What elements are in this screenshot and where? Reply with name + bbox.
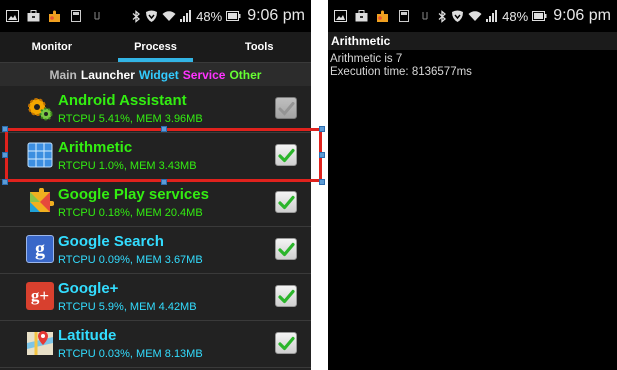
wifi-icon [468, 10, 482, 22]
process-stats: RTCPU 5.9%, MEM 4.42MB [58, 301, 197, 313]
process-row[interactable]: g+ Google+ RTCPU 5.9%, MEM 4.42MB [0, 274, 311, 321]
resize-handle [2, 152, 8, 158]
status-time: 9:06 pm [553, 7, 611, 24]
shield-icon [145, 10, 158, 23]
result-line: Arithmetic is 7 [330, 53, 403, 65]
signal-icon [486, 10, 498, 22]
briefcase-icon [355, 10, 368, 23]
filter-other[interactable]: Other [229, 68, 261, 82]
tab-monitor[interactable]: Monitor [0, 32, 104, 62]
clip-icon [418, 10, 431, 23]
process-row[interactable]: g Google Search RTCPU 0.09%, MEM 3.67MB [0, 227, 311, 274]
bluetooth-icon [438, 9, 447, 23]
puzzle-icon [48, 10, 61, 23]
clip-icon [90, 10, 103, 23]
process-checkbox[interactable] [275, 144, 297, 166]
process-stats: RTCPU 1.0%, MEM 3.43MB [58, 160, 197, 172]
puzzle-icon [26, 188, 54, 216]
status-time: 9:06 pm [247, 7, 305, 24]
filter-main[interactable]: Main [50, 68, 77, 82]
gear-icon [26, 94, 54, 122]
app-title-bar: Arithmetic [328, 32, 617, 50]
process-name: Google+ [58, 280, 119, 297]
wifi-icon [162, 10, 176, 22]
resize-handle [2, 179, 8, 185]
process-name: Android Assistant [58, 92, 187, 109]
resize-handle [319, 152, 325, 158]
process-stats: RTCPU 0.18%, MEM 20.4MB [58, 207, 203, 219]
process-row[interactable]: Arithmetic RTCPU 1.0%, MEM 3.43MB [0, 133, 311, 180]
arithmetic-result-screen: 48% 9:06 pm Arithmetic Arithmetic is 7 E… [328, 0, 617, 370]
process-manager-screen: 48% 9:06 pm Monitor Process Tools Main L… [0, 0, 311, 370]
process-checkbox[interactable] [275, 238, 297, 260]
filter-service[interactable]: Service [183, 68, 226, 82]
process-checkbox[interactable] [275, 97, 297, 119]
puzzle-icon [376, 10, 389, 23]
tab-tools[interactable]: Tools [207, 32, 311, 62]
battery-icon [226, 11, 241, 21]
process-row[interactable]: Android Assistant RTCPU 5.41%, MEM 3.96M… [0, 86, 311, 133]
briefcase-icon [27, 10, 40, 23]
tab-process[interactable]: Process [104, 32, 208, 62]
process-stats: RTCPU 0.09%, MEM 3.67MB [58, 254, 203, 266]
result-output: Arithmetic is 7 Execution time: 8136577m… [330, 53, 472, 79]
status-bar: 48% 9:06 pm [0, 0, 311, 32]
battery-percent: 48% [196, 8, 223, 24]
app-title: Arithmetic [331, 34, 391, 48]
process-row[interactable]: Google Play services RTCPU 0.18%, MEM 20… [0, 180, 311, 227]
google-plus-icon: g+ [26, 282, 54, 310]
process-checkbox[interactable] [275, 191, 297, 213]
resize-handle [319, 179, 325, 185]
battery-percent: 48% [502, 8, 529, 24]
bluetooth-icon [132, 9, 141, 23]
process-name: Latitude [58, 327, 117, 344]
signal-icon [180, 10, 192, 22]
resize-handle [2, 126, 8, 132]
process-stats: RTCPU 0.03%, MEM 8.13MB [58, 348, 203, 360]
process-name: Google Search [58, 233, 164, 250]
card-icon [397, 10, 410, 23]
process-filter-bar: Main Launcher Widget Service Other [0, 62, 311, 86]
image-icon [334, 10, 347, 23]
resize-handle [319, 126, 325, 132]
battery-icon [532, 11, 547, 21]
tab-bar: Monitor Process Tools [0, 32, 311, 62]
execution-time-line: Execution time: 8136577ms [330, 66, 472, 78]
process-list: Android Assistant RTCPU 5.41%, MEM 3.96M… [0, 86, 311, 370]
calculator-icon [26, 141, 54, 169]
process-row[interactable]: Latitude RTCPU 0.03%, MEM 8.13MB [0, 321, 311, 368]
resize-handle [161, 126, 167, 132]
map-pin-icon [26, 329, 54, 357]
status-bar: 48% 9:06 pm [328, 0, 617, 32]
filter-launcher[interactable]: Launcher [81, 68, 135, 82]
filter-widget[interactable]: Widget [139, 68, 179, 82]
card-icon [69, 10, 82, 23]
resize-handle [161, 179, 167, 185]
process-checkbox[interactable] [275, 332, 297, 354]
google-search-icon: g [26, 235, 54, 263]
shield-icon [451, 10, 464, 23]
process-checkbox[interactable] [275, 285, 297, 307]
process-name: Google Play services [58, 186, 209, 203]
process-name: Arithmetic [58, 139, 133, 156]
image-icon [6, 10, 19, 23]
process-stats: RTCPU 5.41%, MEM 3.96MB [58, 113, 203, 125]
